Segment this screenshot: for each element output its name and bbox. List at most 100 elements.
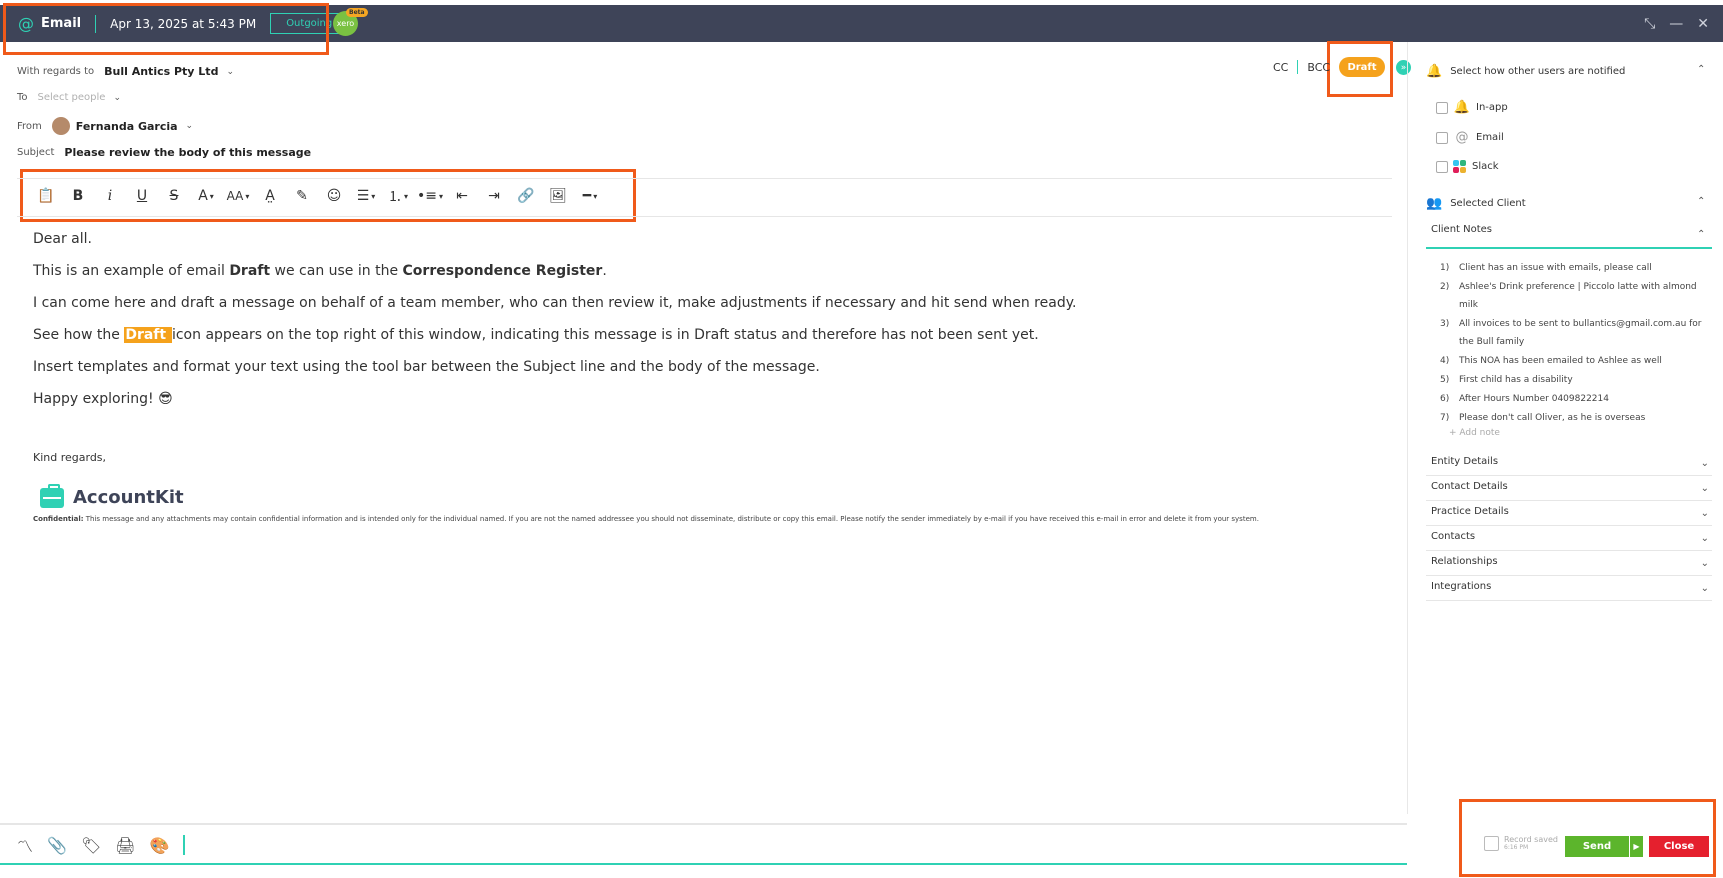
footer-toolbar: 〽 📎 🏷 🖨 🎨: [17, 833, 186, 857]
bcc-button[interactable]: BCC: [1307, 61, 1330, 74]
activity-icon[interactable]: 〽: [17, 833, 33, 857]
accordion-entity-details[interactable]: Entity Details ⌄: [1426, 451, 1712, 476]
accordion-contacts[interactable]: Contacts ⌄: [1426, 526, 1712, 551]
selected-client-header[interactable]: 👥 Selected Client: [1426, 196, 1526, 211]
to-input[interactable]: Select people: [38, 92, 106, 103]
font-color-button[interactable]: A ▾: [190, 184, 222, 208]
cc-bcc-group: CC BCC: [1273, 60, 1330, 74]
email-label: Email: [1476, 132, 1504, 143]
notify-section-header[interactable]: 🔔 Select how other users are notified: [1426, 64, 1625, 79]
image-icon[interactable]: 🖼: [542, 184, 574, 208]
outdent-icon[interactable]: ⇤: [446, 184, 478, 208]
accordion-relationships[interactable]: Relationships ⌄: [1426, 551, 1712, 576]
inapp-checkbox[interactable]: [1436, 101, 1448, 114]
align-icon[interactable]: ☰ ▾: [350, 184, 382, 208]
font-size-label: AA: [226, 189, 244, 203]
accordion-label: Contacts: [1431, 531, 1476, 542]
accordion-contact-details[interactable]: Contact Details ⌄: [1426, 476, 1712, 501]
palette-icon[interactable]: 🎨: [150, 836, 170, 855]
note-number: 5): [1440, 375, 1450, 385]
list-item: 3) All invoices to be sent to bullantics@…: [1440, 315, 1710, 351]
email-body[interactable]: Dear all. This is an example of email Dr…: [33, 230, 1393, 422]
chevron-down-icon[interactable]: ⌄: [186, 121, 194, 131]
horizontal-rule-icon[interactable]: ━ ▾: [574, 184, 606, 208]
notify-option-inapp[interactable]: 🔔 In-app: [1436, 100, 1508, 115]
close-window-icon[interactable]: ✕: [1697, 16, 1709, 32]
footer-divider: [0, 823, 1407, 825]
list-item: 7) Please don't call Oliver, as he is ove…: [1440, 409, 1710, 427]
client-notes-header[interactable]: Client Notes: [1431, 224, 1492, 235]
notify-option-slack[interactable]: Slack: [1436, 160, 1499, 173]
p3-text-c: icon appears on the top right of this wi…: [171, 327, 1039, 343]
from-value[interactable]: Fernanda Garcia: [76, 120, 178, 133]
caret-down-icon: ▾: [245, 191, 250, 201]
bold-button[interactable]: B: [62, 184, 94, 208]
caret-down-icon: ▾: [209, 191, 214, 201]
chevron-down-icon: ⌄: [1700, 583, 1709, 594]
note-number: 3): [1440, 319, 1450, 329]
subject-input[interactable]: Please review the body of this message: [64, 146, 311, 159]
accordion-integrations[interactable]: Integrations ⌄: [1426, 576, 1712, 601]
chevron-down-icon: ⌄: [1700, 483, 1709, 494]
chevron-up-icon[interactable]: ⌃: [1697, 196, 1705, 207]
note-text: First child has a disability: [1459, 375, 1573, 385]
body-paragraph-5: Happy exploring! 😎: [33, 391, 173, 407]
footer-separator: [183, 835, 186, 855]
chevron-up-icon[interactable]: ⌃: [1697, 229, 1705, 240]
font-size-button[interactable]: AA ▾: [222, 184, 254, 208]
cc-button[interactable]: CC: [1273, 61, 1288, 74]
highlighter-icon[interactable]: ✎: [286, 184, 318, 208]
regards-row: With regards to Bull Antics Pty Ltd ⌄: [17, 65, 234, 78]
footer-accent-line: [0, 863, 1407, 865]
draft-status-badge[interactable]: Draft: [1339, 57, 1385, 77]
note-number: 7): [1440, 413, 1450, 423]
saved-time: 6:16 PM: [1504, 844, 1529, 851]
emoji-icon[interactable]: ☺: [318, 184, 350, 208]
note-number: 1): [1440, 263, 1450, 273]
indent-icon[interactable]: ⇥: [478, 184, 510, 208]
subject-divider: [17, 178, 1392, 179]
email-checkbox[interactable]: [1436, 131, 1448, 144]
notify-option-email[interactable]: @ Email: [1436, 130, 1504, 145]
expand-panel-icon[interactable]: »: [1396, 60, 1411, 75]
bullet-list-icon[interactable]: •≡ ▾: [414, 184, 446, 208]
close-button[interactable]: Close: [1649, 836, 1709, 857]
saved-text-group: Record saved 6:16 PM: [1504, 835, 1558, 851]
caret-down-icon: ▾: [403, 191, 408, 201]
chevron-down-icon[interactable]: ⌄: [113, 93, 121, 103]
template-icon[interactable]: 📋: [30, 184, 62, 208]
record-saved-status: Record saved 6:16 PM: [1484, 835, 1558, 851]
selected-client-heading: Selected Client: [1450, 198, 1526, 209]
confidential-notice: Confidential: This message and any attac…: [33, 515, 1373, 523]
logo-text: AccountKit: [73, 487, 184, 508]
greeting: Dear all.: [33, 231, 92, 247]
link-icon[interactable]: 🔗: [510, 184, 542, 208]
text-fill-icon[interactable]: A̤: [254, 184, 286, 208]
p1-text-d: Correspondence Register: [402, 263, 603, 279]
p1-text-e: .: [602, 263, 607, 279]
underline-button[interactable]: U: [126, 184, 158, 208]
send-options-icon[interactable]: ▶: [1629, 836, 1643, 857]
slack-icon: [1453, 160, 1466, 173]
p3-text-a: See how the: [33, 327, 125, 343]
attachment-icon[interactable]: 📎: [47, 836, 67, 855]
regards-value[interactable]: Bull Antics Pty Ltd: [104, 65, 218, 78]
body-paragraph-1: This is an example of email Draft we can…: [33, 262, 1393, 280]
chevron-down-icon[interactable]: ⌄: [226, 67, 234, 77]
collapse-icon[interactable]: ⤡: [1644, 16, 1655, 32]
print-icon[interactable]: 🖨: [115, 836, 135, 855]
strikethrough-button[interactable]: S: [158, 184, 190, 208]
note-text: Ashlee's Drink preference | Piccolo latt…: [1459, 282, 1697, 310]
tag-icon[interactable]: 🏷: [81, 836, 101, 855]
send-button[interactable]: Send ▶: [1565, 836, 1643, 857]
accordion-practice-details[interactable]: Practice Details ⌄: [1426, 501, 1712, 526]
slack-checkbox[interactable]: [1436, 160, 1448, 173]
italic-button[interactable]: i: [94, 184, 126, 208]
minimize-icon[interactable]: —: [1669, 16, 1683, 32]
accordion-label: Contact Details: [1431, 481, 1508, 492]
chevron-up-icon[interactable]: ⌃: [1697, 64, 1705, 75]
add-note-button[interactable]: + Add note: [1449, 428, 1500, 438]
note-text: After Hours Number 0409822214: [1459, 394, 1609, 404]
cc-divider: [1297, 60, 1299, 74]
ordered-list-icon[interactable]: ⒈ ▾: [382, 184, 414, 208]
